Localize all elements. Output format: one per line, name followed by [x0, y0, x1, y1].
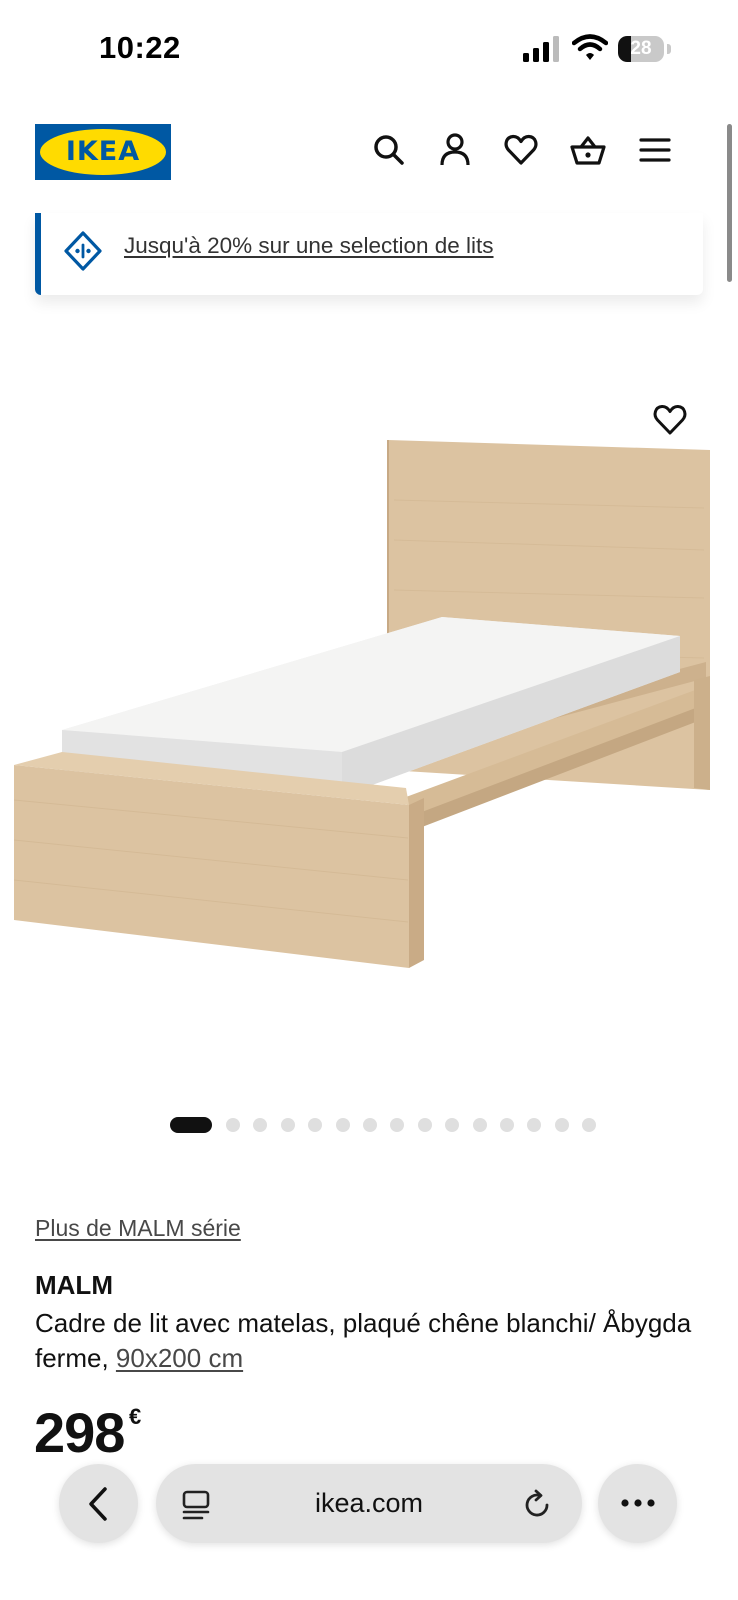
battery-icon: 28	[618, 36, 672, 64]
product-image[interactable]	[14, 440, 724, 1000]
series-link[interactable]: Plus de MALM série	[35, 1215, 241, 1242]
carousel-dot[interactable]	[527, 1118, 542, 1132]
tag-icon	[64, 231, 102, 271]
product-price: 298	[34, 1401, 125, 1464]
product-name: MALM	[35, 1270, 113, 1300]
search-icon[interactable]	[371, 132, 407, 168]
status-bar: 10:22 28	[0, 0, 738, 100]
page-scrollbar[interactable]	[727, 124, 732, 282]
reload-icon[interactable]	[521, 1489, 553, 1521]
carousel-dot[interactable]	[445, 1118, 460, 1132]
back-button[interactable]	[59, 1464, 138, 1543]
carousel-dot[interactable]	[363, 1118, 377, 1132]
signal-icon	[523, 36, 559, 62]
carousel-dot[interactable]	[554, 1118, 569, 1132]
carousel-dot[interactable]	[390, 1118, 405, 1132]
carousel-dot[interactable]	[500, 1118, 514, 1132]
carousel-dot[interactable]	[582, 1118, 597, 1132]
address-bar[interactable]: ikea.com	[156, 1464, 582, 1543]
carousel-dot[interactable]	[253, 1118, 268, 1132]
more-button[interactable]	[598, 1464, 677, 1543]
more-icon	[621, 1499, 655, 1507]
carousel-dot[interactable]	[170, 1117, 212, 1133]
status-time: 10:22	[99, 30, 181, 65]
heart-icon[interactable]	[503, 132, 539, 168]
back-icon	[89, 1487, 107, 1521]
carousel-dot[interactable]	[417, 1118, 432, 1132]
user-icon[interactable]	[437, 132, 473, 168]
product-description: Cadre de lit avec matelas, plaqué chêne …	[35, 1306, 715, 1376]
site-header: IKEA	[0, 118, 738, 184]
promo-link[interactable]: Jusqu'à 20% sur une selection de lits	[124, 233, 494, 259]
menu-icon[interactable]	[637, 132, 673, 168]
url-text: ikea.com	[314, 1488, 424, 1518]
carousel-dot[interactable]	[472, 1118, 487, 1132]
carousel-dot[interactable]	[226, 1118, 240, 1132]
favorite-heart-icon[interactable]	[652, 402, 688, 436]
basket-icon[interactable]	[570, 132, 606, 168]
wifi-icon	[572, 34, 608, 60]
battery-level: 28	[630, 38, 652, 59]
price-currency: €	[129, 1404, 142, 1429]
promo-banner[interactable]: Jusqu'à 20% sur une selection de lits	[35, 213, 703, 295]
ikea-logo[interactable]: IKEA	[35, 124, 171, 180]
carousel-dot[interactable]	[308, 1118, 323, 1132]
size-link[interactable]: 90x200 cm	[116, 1343, 243, 1373]
carousel-dot[interactable]	[280, 1118, 295, 1132]
carousel-dot[interactable]	[335, 1118, 350, 1132]
logo-text: IKEA	[65, 136, 141, 167]
promo-accent-bar	[35, 213, 41, 295]
